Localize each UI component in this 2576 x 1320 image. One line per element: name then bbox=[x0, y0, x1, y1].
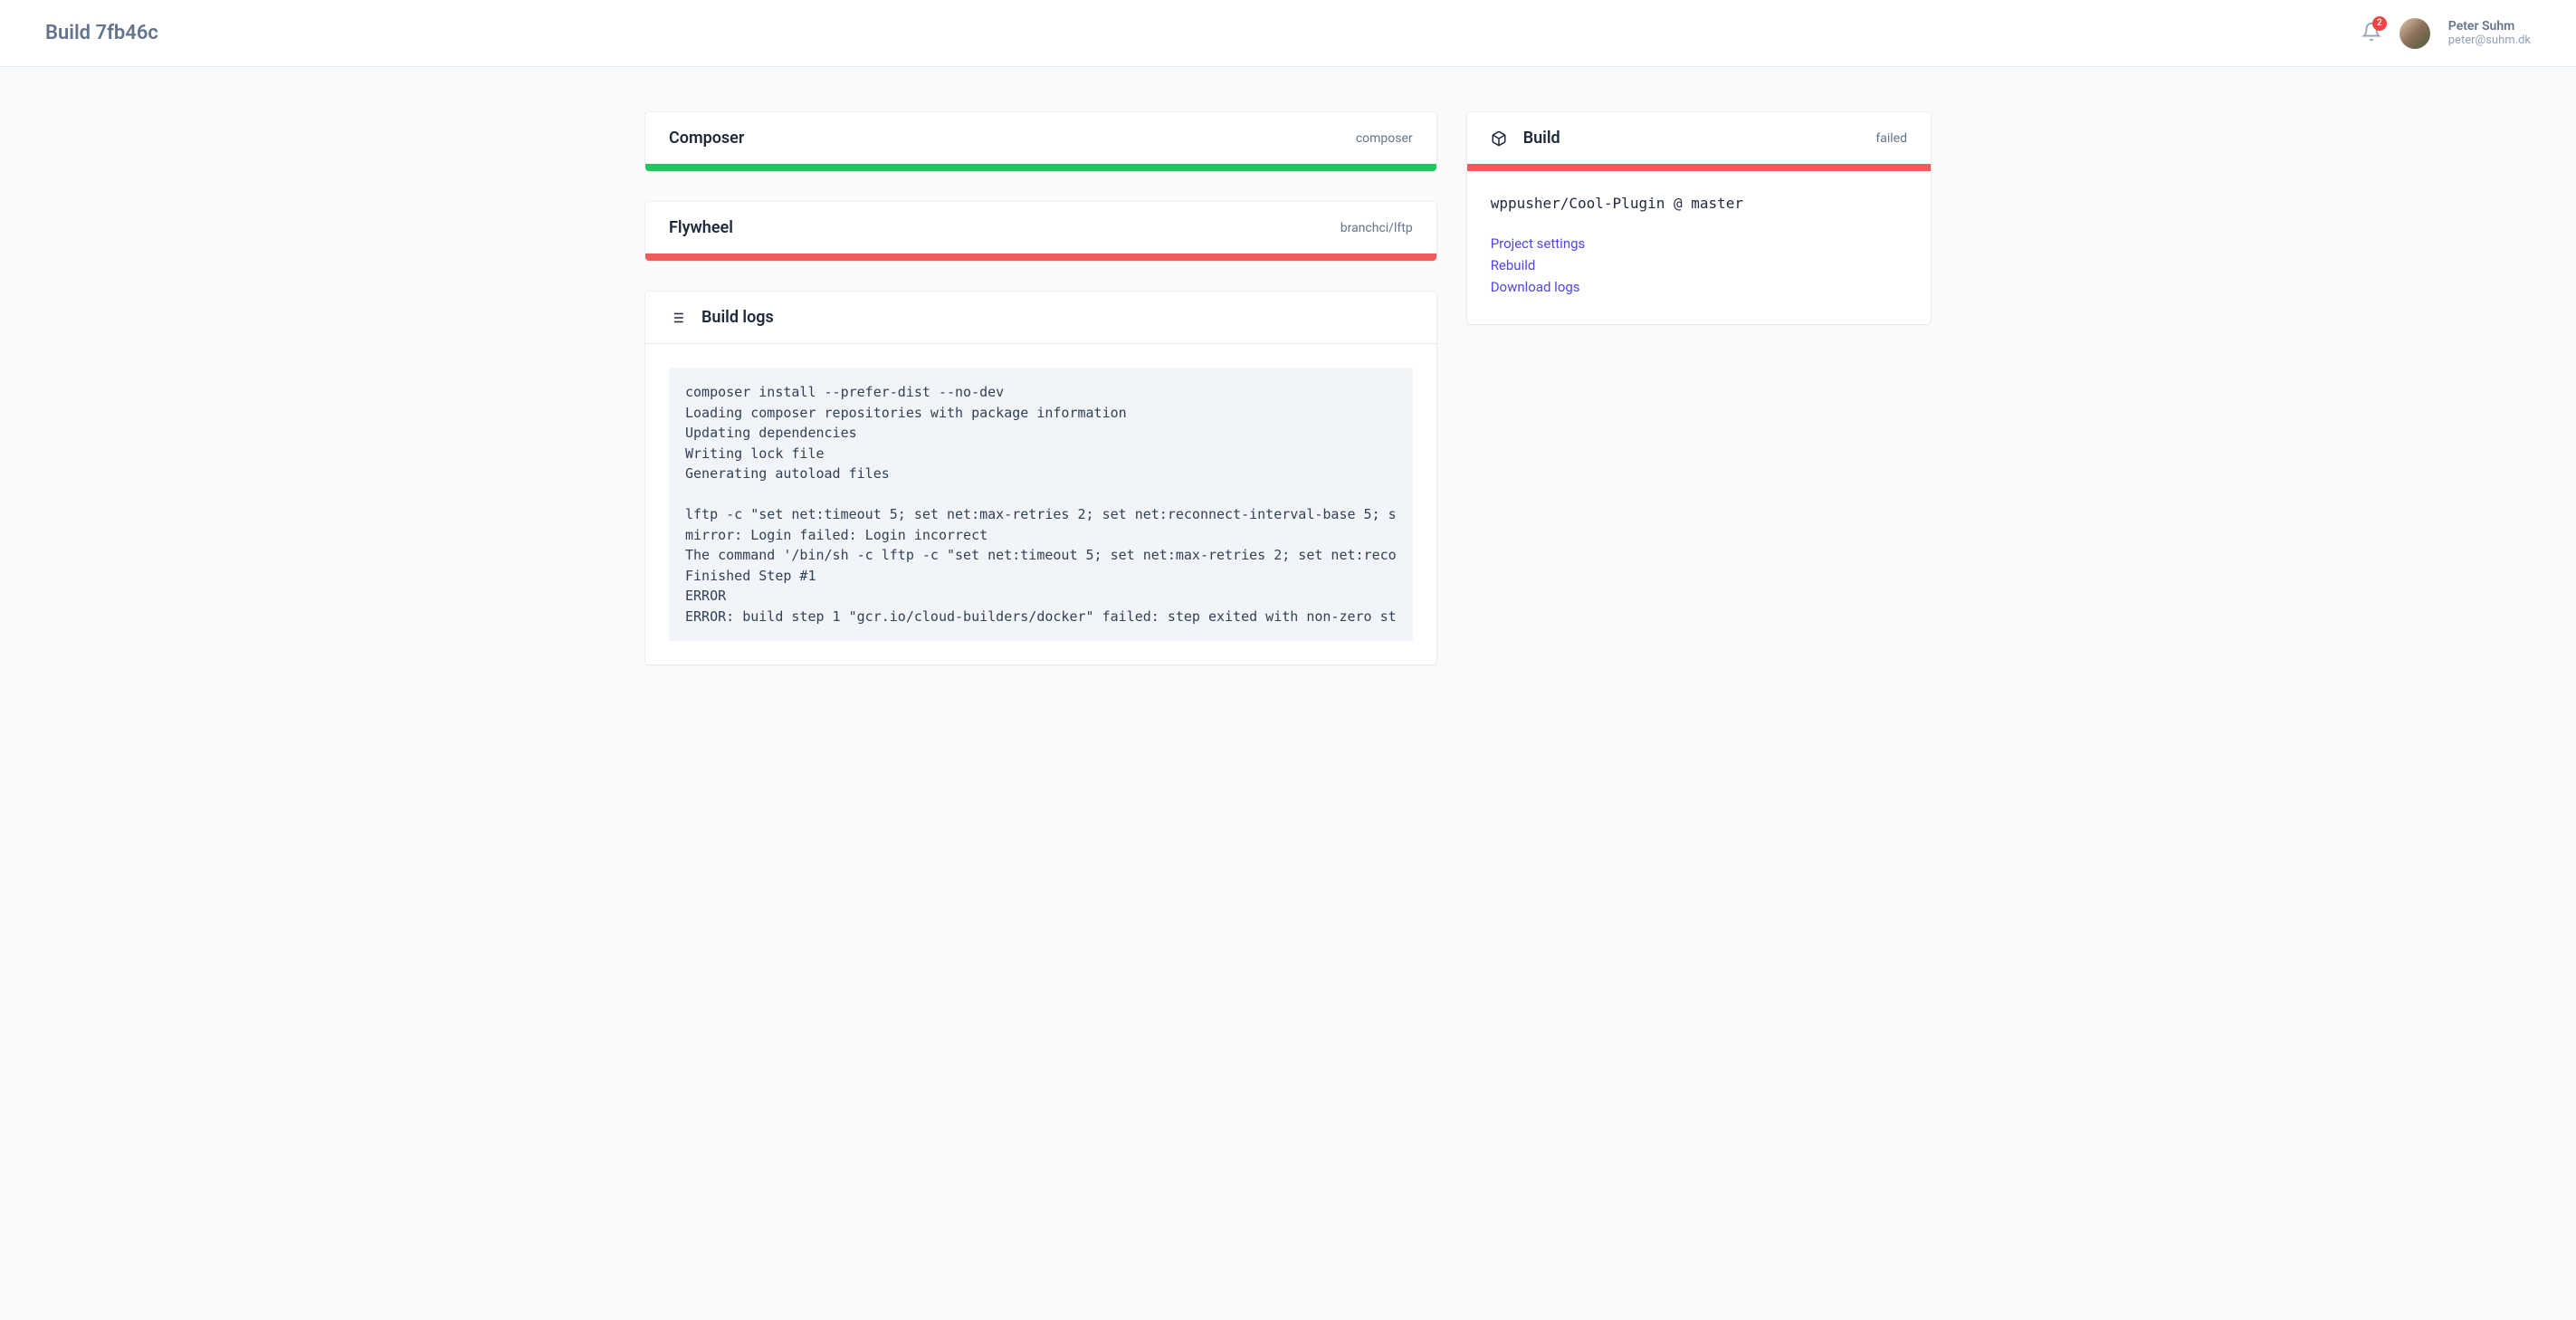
step-slug: branchci/lftp bbox=[1340, 221, 1413, 235]
status-bar-failed bbox=[1467, 164, 1931, 171]
summary-header: Build failed bbox=[1467, 112, 1931, 164]
repo-reference: wppusher/Cool-Plugin @ master bbox=[1491, 195, 1907, 212]
download-logs-link[interactable]: Download logs bbox=[1491, 279, 1907, 295]
rebuild-link[interactable]: Rebuild bbox=[1491, 257, 1907, 273]
summary-header-left: Build bbox=[1491, 129, 1560, 148]
user-name: Peter Suhm bbox=[2448, 19, 2531, 33]
project-settings-link[interactable]: Project settings bbox=[1491, 235, 1907, 252]
user-info[interactable]: Peter Suhm peter@suhm.dk bbox=[2448, 19, 2531, 47]
step-title: Flywheel bbox=[669, 218, 733, 237]
step-slug: composer bbox=[1356, 131, 1413, 146]
list-icon bbox=[669, 310, 685, 326]
topbar: Build 7fb46c 2 Peter Suhm peter@suhm.dk bbox=[0, 0, 2576, 67]
step-header: Composer composer bbox=[645, 112, 1436, 164]
left-column: Composer composer Flywheel branchci/lftp… bbox=[645, 112, 1436, 665]
build-summary-card: Build failed wppusher/Cool-Plugin @ mast… bbox=[1467, 112, 1931, 324]
notification-badge: 2 bbox=[2372, 16, 2387, 31]
build-step-flywheel[interactable]: Flywheel branchci/lftp bbox=[645, 202, 1436, 261]
user-email: peter@suhm.dk bbox=[2448, 33, 2531, 47]
page-title: Build 7fb46c bbox=[45, 22, 158, 44]
notifications-button[interactable]: 2 bbox=[2361, 22, 2381, 45]
summary-title: Build bbox=[1523, 129, 1560, 148]
build-logs-card: Build logs composer install --prefer-dis… bbox=[645, 292, 1436, 665]
logs-header: Build logs bbox=[645, 292, 1436, 344]
main-container: Composer composer Flywheel branchci/lftp… bbox=[600, 67, 1976, 710]
summary-body: wppusher/Cool-Plugin @ master Project se… bbox=[1467, 171, 1931, 324]
step-title: Composer bbox=[669, 129, 744, 148]
summary-status: failed bbox=[1875, 131, 1907, 146]
status-bar-failed bbox=[645, 253, 1436, 261]
build-step-composer[interactable]: Composer composer bbox=[645, 112, 1436, 171]
logs-output[interactable]: composer install --prefer-dist --no-dev … bbox=[669, 368, 1413, 641]
logs-title: Build logs bbox=[701, 308, 774, 327]
package-icon bbox=[1491, 130, 1507, 147]
avatar[interactable] bbox=[2399, 18, 2430, 49]
topbar-right: 2 Peter Suhm peter@suhm.dk bbox=[2361, 18, 2531, 49]
logs-body: composer install --prefer-dist --no-dev … bbox=[645, 344, 1436, 665]
right-column: Build failed wppusher/Cool-Plugin @ mast… bbox=[1467, 112, 1931, 665]
step-header: Flywheel branchci/lftp bbox=[645, 202, 1436, 253]
status-bar-success bbox=[645, 164, 1436, 171]
